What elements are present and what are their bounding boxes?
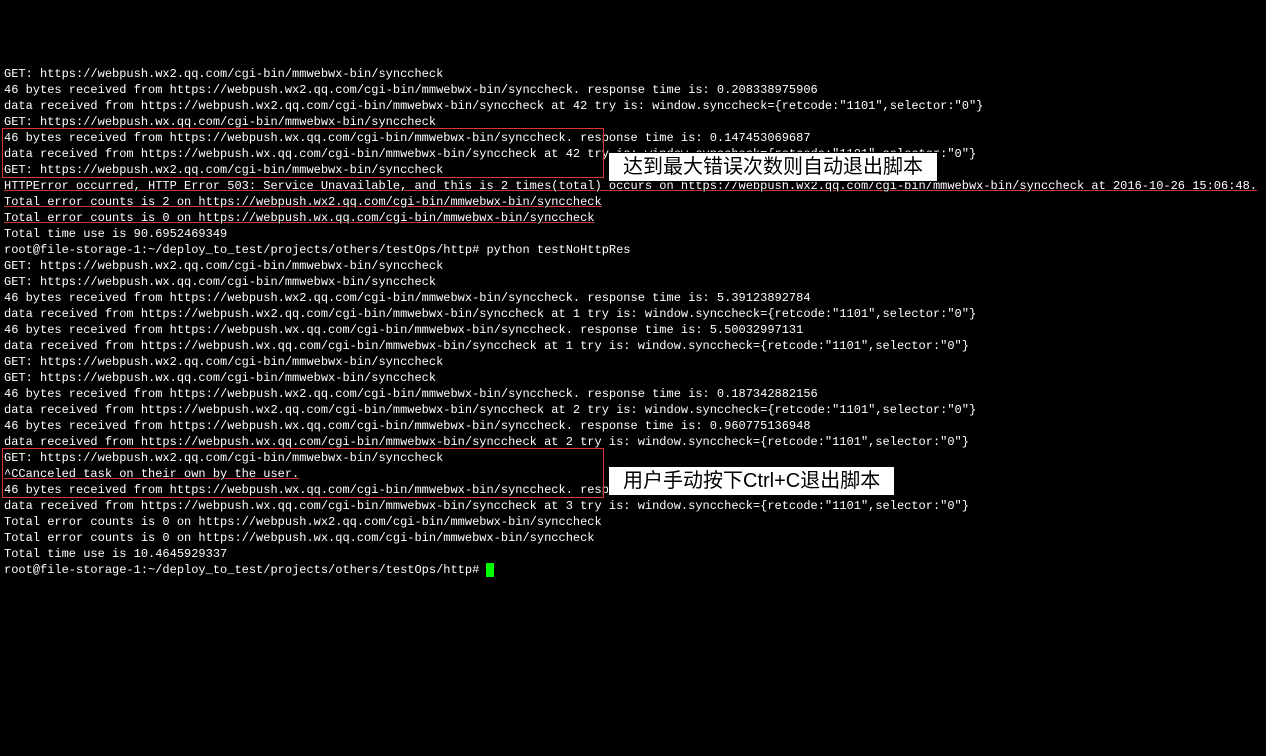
- terminal-output[interactable]: GET: https://webpush.wx2.qq.com/cgi-bin/…: [0, 64, 1266, 580]
- terminal-line: GET: https://webpush.wx.qq.com/cgi-bin/m…: [4, 114, 1262, 130]
- terminal-line: data received from https://webpush.wx2.q…: [4, 98, 1262, 114]
- terminal-line: Total error counts is 2 on https://webpu…: [4, 194, 1262, 210]
- terminal-line: data received from https://webpush.wx.qq…: [4, 338, 1262, 354]
- terminal-line: Total error counts is 0 on https://webpu…: [4, 210, 1262, 226]
- terminal-line: root@file-storage-1:~/deploy_to_test/pro…: [4, 562, 1262, 578]
- terminal-line: 46 bytes received from https://webpush.w…: [4, 322, 1262, 338]
- annotation-ctrl-c: 用户手动按下Ctrl+C退出脚本: [608, 466, 895, 496]
- terminal-line: Total error counts is 0 on https://webpu…: [4, 530, 1262, 546]
- terminal-line: Total time use is 90.6952469349: [4, 226, 1262, 242]
- terminal-line: GET: https://webpush.wx2.qq.com/cgi-bin/…: [4, 450, 1262, 466]
- terminal-line: GET: https://webpush.wx.qq.com/cgi-bin/m…: [4, 274, 1262, 290]
- terminal-line: data received from https://webpush.wx.qq…: [4, 434, 1262, 450]
- terminal-line: Total time use is 10.4645929337: [4, 546, 1262, 562]
- terminal-line: 46 bytes received from https://webpush.w…: [4, 130, 1262, 146]
- terminal-line: data received from https://webpush.wx2.q…: [4, 306, 1262, 322]
- terminal-line: GET: https://webpush.wx2.qq.com/cgi-bin/…: [4, 258, 1262, 274]
- terminal-line: 46 bytes received from https://webpush.w…: [4, 82, 1262, 98]
- terminal-line: 46 bytes received from https://webpush.w…: [4, 290, 1262, 306]
- terminal-line: 46 bytes received from https://webpush.w…: [4, 418, 1262, 434]
- terminal-line: data received from https://webpush.wx2.q…: [4, 402, 1262, 418]
- terminal-line: 46 bytes received from https://webpush.w…: [4, 386, 1262, 402]
- annotation-max-errors: 达到最大错误次数则自动退出脚本: [608, 152, 938, 182]
- terminal-line: root@file-storage-1:~/deploy_to_test/pro…: [4, 242, 1262, 258]
- terminal-line: GET: https://webpush.wx.qq.com/cgi-bin/m…: [4, 370, 1262, 386]
- cursor: [486, 563, 494, 577]
- terminal-line: Total error counts is 0 on https://webpu…: [4, 514, 1262, 530]
- terminal-line: data received from https://webpush.wx.qq…: [4, 498, 1262, 514]
- terminal-line: GET: https://webpush.wx2.qq.com/cgi-bin/…: [4, 354, 1262, 370]
- terminal-line: GET: https://webpush.wx2.qq.com/cgi-bin/…: [4, 66, 1262, 82]
